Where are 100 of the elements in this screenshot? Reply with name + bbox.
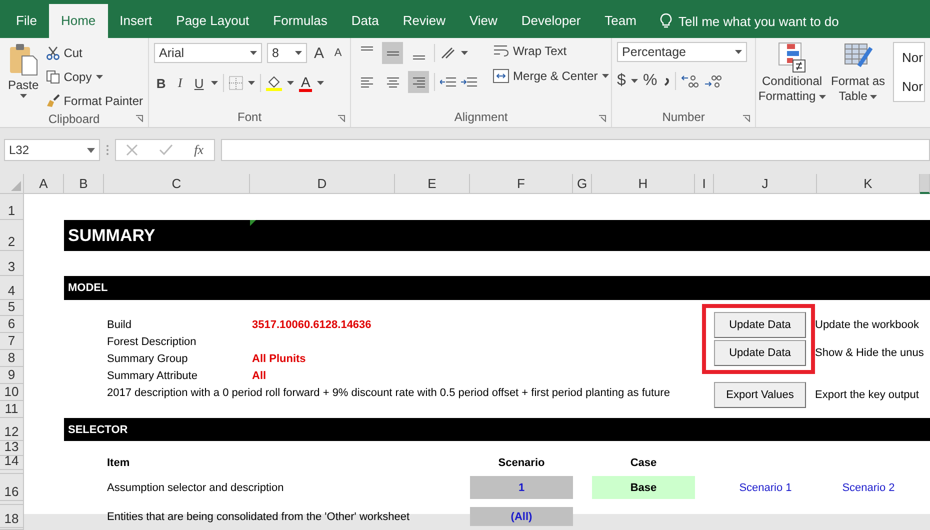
row-header[interactable]: 12 — [0, 418, 24, 441]
cell-style-item[interactable]: Nor — [902, 79, 923, 94]
number-format-dropdown[interactable]: Percentage — [617, 42, 748, 62]
row-header[interactable]: 16 — [0, 474, 24, 501]
macro-button[interactable]: Export Values — [714, 382, 806, 408]
wrap-text-button[interactable]: Wrap Text — [493, 42, 609, 60]
ribbon-tab[interactable]: Team — [592, 4, 648, 38]
row-header[interactable]: 14 — [0, 456, 24, 470]
formula-input[interactable] — [221, 139, 930, 161]
copy-icon — [46, 70, 60, 84]
macro-button[interactable]: Update Data — [714, 312, 806, 338]
cell-style-item[interactable]: Nor — [902, 50, 923, 65]
row-header[interactable]: 18 — [0, 505, 24, 528]
action-note: Export the key output — [815, 388, 919, 403]
currency-format-button[interactable]: $ — [617, 72, 626, 90]
row-header[interactable]: 10 — [0, 384, 24, 401]
table-cell-text: Assumption selector and description — [106, 482, 284, 494]
ribbon-tab[interactable]: Home — [48, 4, 108, 38]
increase-indent-icon[interactable] — [461, 76, 478, 88]
tell-me-search[interactable]: Tell me what you want to do — [660, 4, 839, 38]
ribbon-tab[interactable]: Insert — [108, 4, 164, 38]
decrease-decimal-icon[interactable] — [704, 74, 722, 88]
caret-icon — [461, 51, 468, 55]
bold-button[interactable]: B — [154, 76, 168, 90]
borders-icon[interactable] — [229, 76, 244, 90]
ribbon-tab[interactable]: Developer — [509, 4, 593, 38]
scenario-link[interactable]: Scenario 1 — [714, 482, 817, 494]
scenario-selector-cell[interactable]: (All) — [470, 507, 573, 526]
font-name-dropdown[interactable]: Arial — [154, 43, 262, 63]
caret-icon — [317, 81, 324, 85]
increase-decimal-icon[interactable] — [681, 74, 700, 88]
group-label: Clipboard — [48, 112, 100, 126]
section-title: SELECTOR — [68, 424, 128, 436]
row-header[interactable]: 7 — [0, 333, 24, 350]
column-header[interactable] — [920, 174, 930, 194]
ribbon-tab[interactable]: Data — [339, 4, 391, 38]
row-header[interactable]: 6 — [0, 316, 24, 333]
fill-bucket-icon[interactable] — [266, 75, 282, 91]
align-lines-icon — [386, 50, 400, 56]
dialog-launcher-icon[interactable] — [136, 115, 144, 122]
column-header[interactable]: K — [817, 174, 920, 194]
dialog-launcher-icon[interactable] — [338, 115, 346, 122]
column-header[interactable]: I — [695, 174, 714, 194]
format-as-table-button[interactable]: Format as Table — [827, 42, 890, 127]
column-header[interactable]: J — [714, 174, 817, 194]
percent-format-button[interactable]: % — [642, 72, 658, 90]
row-header[interactable]: 9 — [0, 367, 24, 384]
ribbon-tab[interactable]: View — [457, 4, 510, 38]
field-label: Build — [106, 318, 132, 330]
scenario-link[interactable]: Scenario 2 — [817, 482, 920, 494]
horizontal-align-button[interactable] — [408, 71, 430, 93]
column-header[interactable]: C — [104, 174, 250, 194]
cut-button[interactable]: Cut — [46, 44, 144, 62]
copy-button[interactable]: Copy — [46, 68, 144, 86]
row-header[interactable]: 3 — [0, 251, 24, 276]
column-header[interactable]: G — [573, 174, 592, 194]
dialog-launcher-icon[interactable] — [599, 115, 606, 122]
align-lines-icon — [412, 76, 426, 88]
field-value: All — [251, 370, 268, 382]
cell-styles-gallery[interactable]: Nor Nor — [893, 42, 925, 102]
column-header[interactable]: H — [592, 174, 695, 194]
paste-button[interactable]: Paste — [5, 42, 42, 110]
row-header[interactable]: 4 — [0, 276, 24, 300]
ribbon-tab[interactable]: Review — [390, 4, 458, 38]
check-icon[interactable] — [159, 144, 174, 156]
row-header[interactable]: 8 — [0, 350, 24, 367]
row-header[interactable]: 2 — [0, 220, 24, 251]
caret-icon — [20, 94, 27, 98]
caret-icon — [87, 148, 95, 152]
column-header[interactable]: A — [24, 174, 64, 194]
grow-font-button[interactable]: A — [312, 44, 326, 62]
ribbon-tab[interactable]: File — [4, 4, 49, 38]
ribbon-tab[interactable]: Formulas — [261, 4, 340, 38]
row-header[interactable]: 11 — [0, 401, 24, 418]
merge-center-button[interactable]: Merge & Center — [493, 67, 609, 85]
row-header[interactable]: 13 — [0, 441, 24, 456]
name-box[interactable]: L32 — [4, 139, 100, 161]
grip-icon — [106, 144, 109, 156]
format-painter-button[interactable]: Format Painter — [46, 92, 144, 110]
scenario-selector-cell[interactable]: 1 — [470, 476, 573, 499]
column-header[interactable]: E — [395, 174, 470, 194]
shrink-font-button[interactable]: A — [331, 47, 346, 59]
column-header[interactable]: F — [470, 174, 573, 194]
row-header[interactable]: 1 — [0, 194, 24, 220]
macro-button[interactable]: Update Data — [714, 340, 806, 366]
conditional-formatting-button[interactable]: Conditional Formatting — [761, 42, 824, 127]
ribbon-tab[interactable]: Page Layout — [164, 4, 262, 38]
decrease-indent-icon[interactable] — [440, 76, 456, 88]
vertical-align-button[interactable] — [382, 42, 404, 64]
font-color-button[interactable]: A — [299, 74, 312, 92]
text-orientation-icon[interactable] — [440, 46, 456, 60]
dialog-launcher-icon[interactable] — [743, 115, 750, 122]
insert-function-button[interactable]: fx — [194, 142, 204, 158]
italic-button[interactable]: I — [173, 75, 188, 91]
comma-style-icon[interactable] — [662, 75, 670, 87]
font-size-dropdown[interactable]: 8 — [267, 43, 308, 63]
column-header[interactable]: D — [250, 174, 395, 194]
column-header[interactable]: B — [64, 174, 104, 194]
row-header[interactable]: 5 — [0, 300, 24, 316]
underline-button[interactable]: U — [192, 76, 206, 90]
